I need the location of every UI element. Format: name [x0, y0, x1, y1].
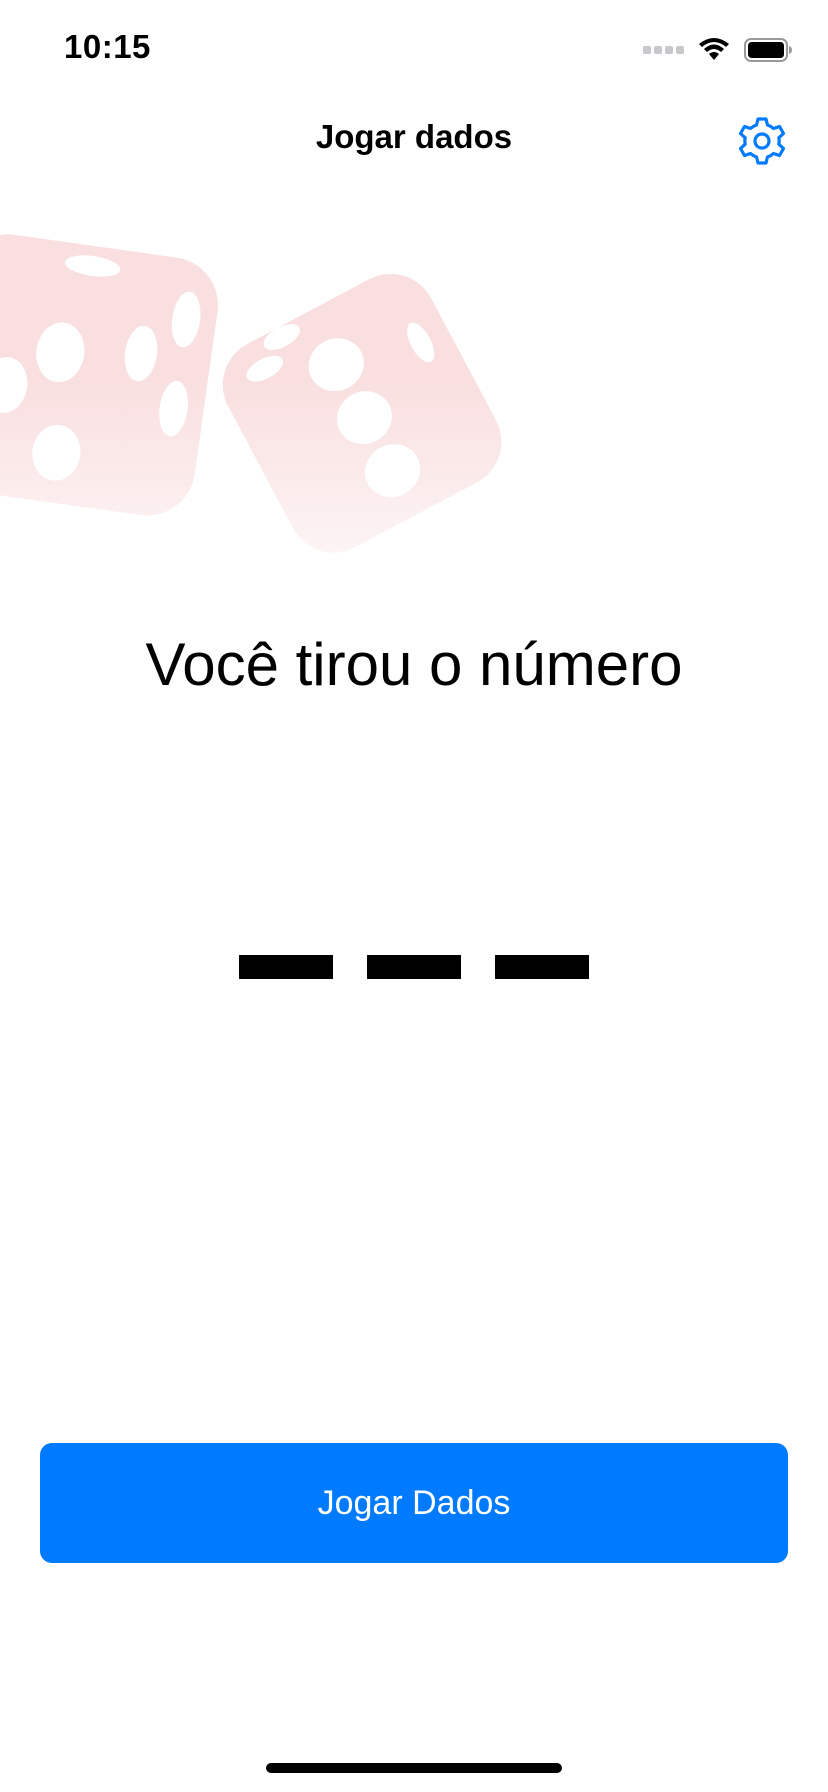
status-icons: [643, 36, 794, 64]
illustration-fade: [0, 380, 828, 640]
page-title: Jogar dados: [315, 118, 513, 155]
result-digit-placeholder: [367, 955, 461, 979]
battery-icon: [744, 38, 792, 62]
roll-dice-button[interactable]: Jogar Dados: [40, 1443, 788, 1563]
status-bar: 10:15: [0, 0, 828, 100]
result-number-placeholder: [0, 955, 828, 979]
wifi-icon: [699, 38, 729, 60]
cellular-signal-icon: [643, 46, 684, 54]
home-indicator[interactable]: [266, 1763, 562, 1773]
status-time: 10:15: [64, 28, 151, 65]
result-digit-placeholder: [495, 955, 589, 979]
settings-button[interactable]: [736, 115, 788, 167]
gear-icon: [738, 117, 786, 165]
result-digit-placeholder: [239, 955, 333, 979]
result-headline: Você tirou o número: [145, 631, 683, 698]
